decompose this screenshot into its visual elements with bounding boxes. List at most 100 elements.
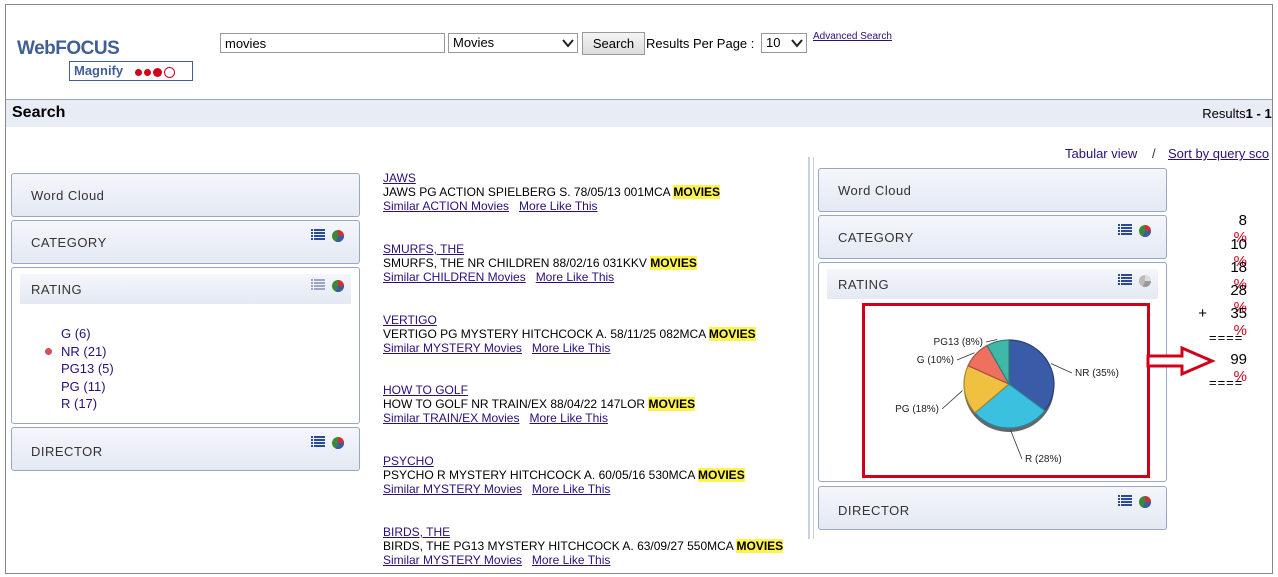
- result-item: JAWS JAWS PG ACTION SPIELBERG S. 78/05/1…: [383, 171, 803, 213]
- results-per-page-label: Results Per Page :: [646, 36, 755, 51]
- results-per-page-select[interactable]: 10: [761, 33, 807, 53]
- similar-link[interactable]: Similar MYSTERY Movies: [383, 482, 522, 496]
- result-item: BIRDS, THE BIRDS, THE PG13 MYSTERY HITCH…: [383, 525, 803, 567]
- facet-icons: [311, 436, 345, 450]
- results-per-page-value: 10: [766, 35, 781, 50]
- rating-item[interactable]: NR (21): [61, 343, 114, 361]
- view-links-separator: /: [1152, 146, 1156, 161]
- result-title-link[interactable]: VERTIGO: [383, 313, 803, 327]
- rating-item[interactable]: R (17): [61, 395, 114, 413]
- result-hit: MOVIES: [708, 327, 756, 341]
- list-view-icon[interactable]: [1118, 495, 1132, 507]
- facet-rating-header[interactable]: RATING: [827, 269, 1158, 299]
- result-item: SMURFS, THE SMURFS, THE NR CHILDREN 88/0…: [383, 242, 803, 284]
- similar-link[interactable]: Similar TRAIN/EX Movies: [383, 411, 519, 425]
- result-links: Similar ACTION Movies More Like This: [383, 199, 803, 213]
- logo-sub-box: Magnify: [69, 61, 193, 81]
- facet-icons: [311, 229, 345, 243]
- facet-title: CATEGORY: [31, 235, 107, 250]
- facet-title: Word Cloud: [31, 188, 105, 203]
- logo-sub-text: Magnify: [74, 63, 124, 78]
- selected-bullet-icon: [45, 348, 52, 355]
- facet-title: Word Cloud: [838, 183, 912, 198]
- search-button[interactable]: Search: [582, 32, 645, 55]
- more-like-this-link[interactable]: More Like This: [519, 199, 597, 213]
- rating-item[interactable]: G (6): [61, 325, 114, 343]
- results-prefix: Results: [1202, 106, 1246, 121]
- list-view-icon[interactable]: [311, 436, 325, 448]
- result-hit: MOVIES: [648, 397, 696, 411]
- tabular-view-link[interactable]: Tabular view: [1065, 146, 1137, 161]
- pie-chart-icon[interactable]: [331, 229, 345, 243]
- result-title-link[interactable]: SMURFS, THE: [383, 242, 803, 256]
- category-select[interactable]: Movies: [448, 33, 578, 53]
- list-view-icon[interactable]: [1118, 224, 1132, 236]
- facet-icons: [311, 279, 345, 293]
- result-links: Similar MYSTERY Movies More Like This: [383, 341, 803, 355]
- result-links: Similar MYSTERY Movies More Like This: [383, 482, 803, 496]
- result-hit: MOVIES: [650, 256, 697, 270]
- category-select-value: Movies: [453, 35, 495, 50]
- sum-equals: ====: [1209, 375, 1244, 390]
- result-hit: MOVIES: [736, 539, 784, 553]
- result-description: PSYCHO R MYSTERY HITCHCOCK A. 60/05/16 5…: [383, 468, 745, 482]
- facet-director[interactable]: DIRECTOR: [11, 427, 360, 471]
- result-title-link[interactable]: PSYCHO: [383, 454, 803, 468]
- similar-link[interactable]: Similar MYSTERY Movies: [383, 553, 522, 567]
- result-item: PSYCHO PSYCHO R MYSTERY HITCHCOCK A. 60/…: [383, 454, 803, 496]
- sort-by-score-link[interactable]: Sort by query sco: [1168, 146, 1269, 161]
- pie-chart-icon[interactable]: [1138, 274, 1152, 288]
- facet-title: DIRECTOR: [838, 503, 910, 518]
- more-like-this-link[interactable]: More Like This: [529, 411, 607, 425]
- column-divider: [808, 157, 814, 539]
- webfocus-logo: WebFOCUS Magnify: [17, 38, 193, 81]
- result-description: BIRDS, THE PG13 MYSTERY HITCHCOCK A. 63/…: [383, 539, 784, 553]
- similar-link[interactable]: Similar MYSTERY Movies: [383, 341, 522, 355]
- result-item: VERTIGO VERTIGO PG MYSTERY HITCHCOCK A. …: [383, 313, 803, 355]
- rating-item[interactable]: PG (11): [61, 378, 114, 396]
- result-title-link[interactable]: HOW TO GOLF: [383, 383, 803, 397]
- pie-chart-icon[interactable]: [1138, 495, 1152, 509]
- pie-chart-icon[interactable]: [331, 436, 345, 450]
- list-view-icon[interactable]: [311, 279, 325, 291]
- result-links: Similar MYSTERY Movies More Like This: [383, 553, 803, 567]
- logo-main-text: WebFOCUS: [17, 38, 120, 59]
- facet-category[interactable]: CATEGORY: [11, 220, 360, 264]
- logo-dots-icon: [134, 64, 177, 79]
- page-title: Search: [12, 104, 66, 121]
- result-title-link[interactable]: JAWS: [383, 171, 803, 185]
- rating-item[interactable]: PG13 (5): [61, 360, 114, 378]
- facet-rating: RATING G (6) NR (21) PG13 (5) PG (11) R …: [11, 267, 360, 424]
- facet-word-cloud[interactable]: Word Cloud: [818, 168, 1167, 212]
- facet-icons: [1118, 495, 1152, 509]
- facet-category[interactable]: CATEGORY: [818, 215, 1167, 259]
- results-count: Results1 - 1(: [1202, 106, 1273, 121]
- result-description: HOW TO GOLF NR TRAIN/EX 88/04/22 147LOR …: [383, 397, 696, 411]
- result-links: Similar CHILDREN Movies More Like This: [383, 270, 803, 284]
- list-view-icon[interactable]: [1118, 274, 1132, 286]
- facet-title: RATING: [31, 282, 83, 297]
- facet-title: CATEGORY: [838, 230, 914, 245]
- title-bar: Search Results1 - 1(: [6, 100, 1272, 127]
- list-view-icon[interactable]: [311, 229, 325, 241]
- more-like-this-link[interactable]: More Like This: [536, 270, 614, 284]
- advanced-search-link[interactable]: Advanced Search: [813, 31, 892, 42]
- facet-title: RATING: [838, 277, 890, 292]
- result-links: Similar TRAIN/EX Movies More Like This: [383, 411, 803, 425]
- similar-link[interactable]: Similar CHILDREN Movies: [383, 270, 526, 284]
- more-like-this-link[interactable]: More Like This: [532, 553, 610, 567]
- facet-icons: [1118, 224, 1152, 238]
- facet-rating-header[interactable]: RATING: [20, 274, 351, 304]
- search-input[interactable]: [220, 33, 445, 53]
- results-range: 1 - 1(: [1245, 106, 1273, 121]
- pie-chart-icon[interactable]: [1138, 224, 1152, 238]
- facet-director[interactable]: DIRECTOR: [818, 486, 1167, 530]
- result-description: SMURFS, THE NR CHILDREN 88/02/16 031KKV …: [383, 256, 697, 270]
- facet-word-cloud[interactable]: Word Cloud: [11, 173, 360, 217]
- facet-title: DIRECTOR: [31, 444, 103, 459]
- more-like-this-link[interactable]: More Like This: [532, 341, 610, 355]
- similar-link[interactable]: Similar ACTION Movies: [383, 199, 509, 213]
- pie-chart-icon[interactable]: [331, 279, 345, 293]
- result-title-link[interactable]: BIRDS, THE: [383, 525, 803, 539]
- more-like-this-link[interactable]: More Like This: [532, 482, 610, 496]
